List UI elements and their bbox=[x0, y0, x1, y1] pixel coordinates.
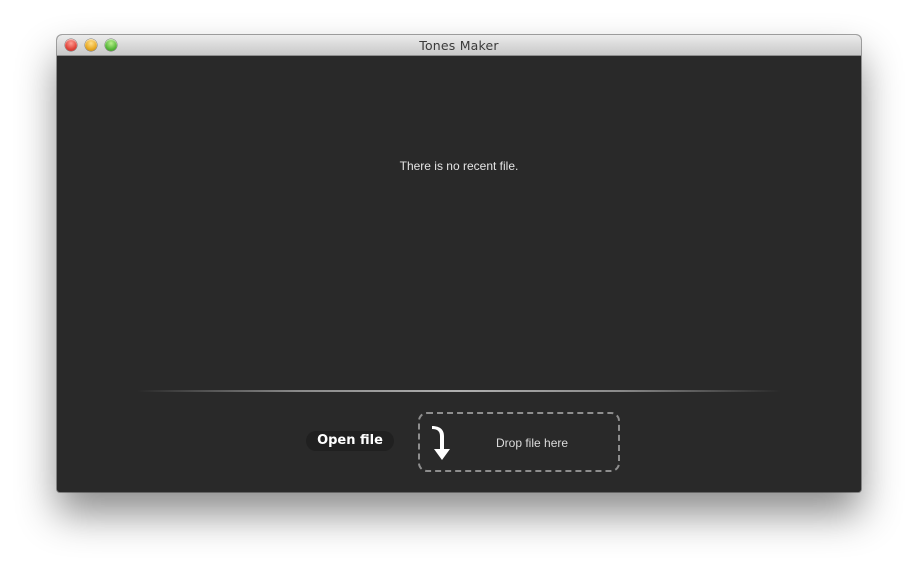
drop-file-label: Drop file here bbox=[496, 436, 569, 450]
separator-line bbox=[137, 390, 781, 392]
drop-zone[interactable]: Drop file here bbox=[418, 412, 620, 472]
title-bar[interactable]: Tones Maker bbox=[57, 35, 861, 56]
curved-down-arrow-icon bbox=[432, 426, 450, 460]
no-recent-file-message: There is no recent file. bbox=[399, 159, 519, 173]
main-content: There is no recent file. Open file Drop … bbox=[57, 56, 861, 492]
window-title: Tones Maker bbox=[419, 38, 499, 53]
screen: Tones Maker There is no recent file. Ope… bbox=[0, 0, 918, 572]
open-file-button[interactable]: Open file bbox=[306, 431, 394, 451]
app-window: Tones Maker There is no recent file. Ope… bbox=[57, 35, 861, 492]
